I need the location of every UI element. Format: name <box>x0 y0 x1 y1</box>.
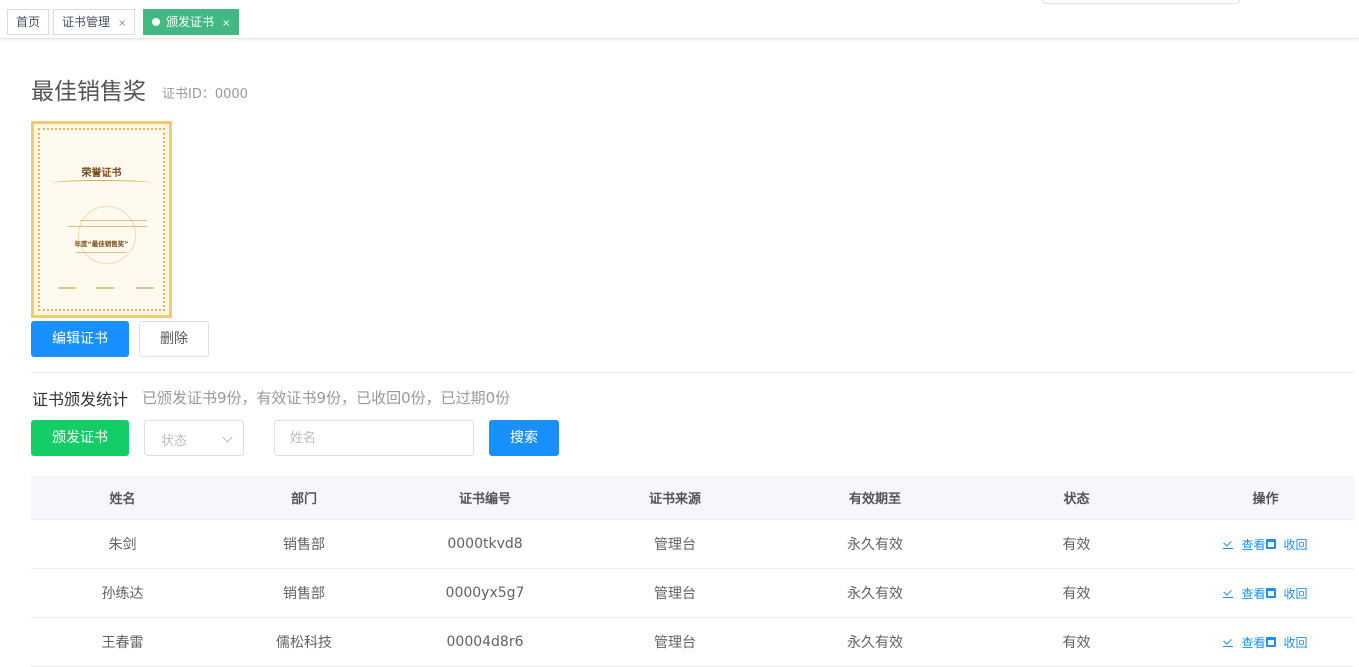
cell-source: 管理台 <box>654 586 696 602</box>
revoke-icon <box>1265 588 1276 598</box>
header-search-input[interactable] <box>1042 0 1240 4</box>
column-header: 状态 <box>1063 492 1090 507</box>
name-search-input[interactable] <box>274 420 474 456</box>
column-header: 有效期至 <box>848 492 901 507</box>
close-icon[interactable]: × <box>222 18 230 29</box>
column-header: 证书来源 <box>648 492 701 507</box>
cell-source: 管理台 <box>654 537 696 553</box>
view-label: 查看 <box>1241 586 1266 601</box>
cert-table: 姓名 部门 证书编号 证书来源 有效期至 状态 操作 朱剑 销售部 0000tk… <box>31 476 1354 667</box>
cell-source: 管理台 <box>654 635 696 651</box>
cell-dept: 销售部 <box>283 586 325 602</box>
view-icon <box>1223 637 1234 647</box>
table-row: 孙练达 销售部 0000yx5g7 管理台 永久有效 有效 查看 收回 <box>31 569 1354 618</box>
page-title: 最佳销售奖 <box>31 79 146 105</box>
certificate-image: 荣誉证书 年度“最佳销售奖” <box>31 121 172 318</box>
certificate-signature <box>136 287 154 289</box>
search-button[interactable]: 搜索 <box>489 420 559 456</box>
cell-status: 有效 <box>1062 635 1091 651</box>
divider <box>31 372 1354 373</box>
view-link[interactable]: 查看 <box>1223 634 1266 651</box>
certificate-ribbon <box>52 180 151 186</box>
view-link[interactable]: 查看 <box>1223 585 1266 602</box>
certificate-title: 荣誉证书 <box>81 168 122 179</box>
cell-name: 朱剑 <box>108 537 137 553</box>
cell-actions: 查看 收回 <box>1177 618 1354 666</box>
table-header: 姓名 部门 证书编号 证书来源 有效期至 状态 操作 <box>31 476 1354 520</box>
revoke-label: 收回 <box>1283 586 1308 601</box>
revoke-link[interactable]: 收回 <box>1265 536 1308 553</box>
close-icon[interactable]: × <box>118 18 126 29</box>
certificate-line <box>80 220 147 221</box>
table-row: 王春雷 儒松科技 00004d8r6 管理台 永久有效 有效 查看 收回 <box>31 618 1354 667</box>
view-link[interactable]: 查看 <box>1223 536 1266 553</box>
certificate-line <box>68 226 147 227</box>
cell-actions: 查看 收回 <box>1177 569 1354 617</box>
column-header: 姓名 <box>109 492 136 507</box>
view-label: 查看 <box>1241 635 1266 650</box>
chevron-down-icon <box>222 432 233 443</box>
edit-cert-button[interactable]: 编辑证书 <box>31 321 129 357</box>
status-select-placeholder: 状态 <box>161 434 188 449</box>
certificate-border: 荣誉证书 年度“最佳销售奖” <box>38 128 165 311</box>
cell-dept: 销售部 <box>283 537 325 553</box>
view-icon <box>1223 588 1234 598</box>
column-header: 部门 <box>290 492 317 507</box>
tags-view-bar: 首页 证书管理 × 颁发证书 × <box>0 0 1359 39</box>
certificate-line <box>76 252 127 253</box>
cert-id: 证书ID：0000 <box>162 87 248 102</box>
cell-dept: 儒松科技 <box>276 635 332 651</box>
certificate-signature <box>58 287 76 289</box>
cell-expiry: 永久有效 <box>847 586 903 602</box>
view-icon <box>1223 539 1234 549</box>
column-header: 证书编号 <box>458 492 511 507</box>
revoke-icon <box>1265 539 1276 549</box>
cell-code: 00004d8r6 <box>446 634 524 650</box>
tab-label: 证书管理 <box>62 15 111 29</box>
column-header: 操作 <box>1252 492 1279 507</box>
revoke-label: 收回 <box>1283 537 1308 552</box>
table-row: 朱剑 销售部 0000tkvd8 管理台 永久有效 有效 查看 收回 <box>31 520 1354 569</box>
issue-cert-button[interactable]: 颁发证书 <box>31 420 129 456</box>
certificate-wreath <box>78 206 136 264</box>
cell-name: 王春雷 <box>101 635 144 651</box>
delete-button[interactable]: 删除 <box>139 321 209 357</box>
cell-name: 孙练达 <box>101 586 144 602</box>
cell-code: 0000tkvd8 <box>447 536 523 552</box>
certificate-award: 年度“最佳销售奖” <box>74 240 129 248</box>
cell-code: 0000yx5g7 <box>445 585 525 601</box>
active-dot-icon <box>152 18 160 26</box>
revoke-link[interactable]: 收回 <box>1265 634 1308 651</box>
cell-actions: 查看 收回 <box>1177 520 1354 568</box>
certificate-signature <box>96 287 114 289</box>
revoke-link[interactable]: 收回 <box>1265 585 1308 602</box>
tab-cert-management[interactable]: 证书管理 × <box>53 9 136 35</box>
cell-expiry: 永久有效 <box>847 537 903 553</box>
revoke-icon <box>1265 637 1276 647</box>
cell-status: 有效 <box>1062 537 1091 553</box>
tab-label: 首页 <box>16 15 41 29</box>
tab-label: 颁发证书 <box>166 15 215 29</box>
tab-home[interactable]: 首页 <box>7 9 50 35</box>
revoke-label: 收回 <box>1283 635 1308 650</box>
view-label: 查看 <box>1241 537 1266 552</box>
status-select[interactable]: 状态 <box>144 420 244 456</box>
stats-summary: 已颁发证书9份，有效证书9份，已收回0份，已过期0份 <box>142 389 511 407</box>
stats-label: 证书颁发统计 <box>32 390 129 409</box>
cell-status: 有效 <box>1062 586 1091 602</box>
cell-expiry: 永久有效 <box>847 635 903 651</box>
tab-issue-cert[interactable]: 颁发证书 × <box>143 9 240 35</box>
